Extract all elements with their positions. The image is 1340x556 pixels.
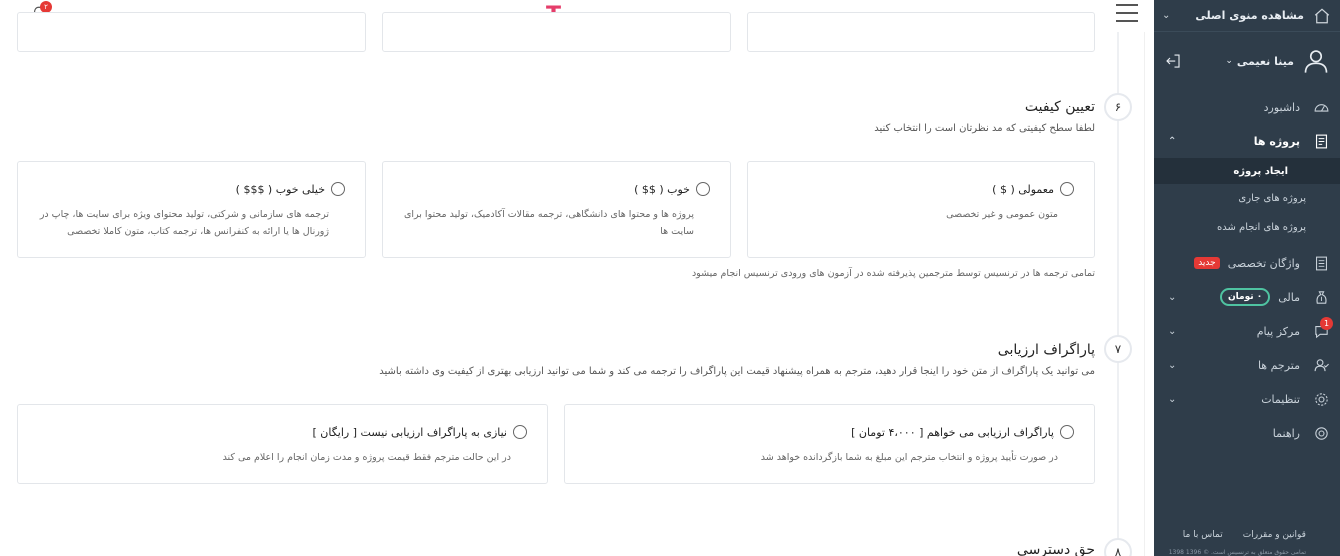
step-number-8: ۸ xyxy=(1104,538,1132,556)
main-menu-toggle[interactable]: مشاهده منوی اصلی ⌄ xyxy=(1154,0,1340,32)
option-header: معمولی ( $ ) xyxy=(992,182,1074,196)
dashboard-icon xyxy=(1312,98,1330,116)
chevron-down-icon: ⌄ xyxy=(1168,393,1177,405)
option-description: در این حالت مترجم فقط قیمت پروژه و مدت ز… xyxy=(222,452,511,463)
quality-option-very-good[interactable]: خیلی خوب ( $$$ ) ترجمه های سازمانی و شرک… xyxy=(17,161,366,258)
sidebar-item-label: واژگان تخصصی xyxy=(1227,256,1300,270)
sidebar-subitem-done-projects[interactable]: پروژه های انجام شده xyxy=(1154,213,1340,242)
radio-button[interactable] xyxy=(331,182,345,196)
quality-note: تمامی ترجمه ها در ترنسیس توسط مترجمین پذ… xyxy=(691,268,1095,279)
sidebar-item-label: داشبورد xyxy=(1263,100,1300,114)
user-avatar-icon[interactable] xyxy=(1302,47,1330,75)
section-desc-sample: می توانید یک پاراگراف از متن خود را اینج… xyxy=(379,366,1095,377)
section-desc-quality: لطفا سطح کیفیتی که مد نظرتان است را انتخ… xyxy=(874,123,1095,134)
sidebar-item-glossary[interactable]: واژگان تخصصی جدید xyxy=(1154,246,1340,280)
contact-link[interactable]: تماس با ما xyxy=(1183,530,1223,540)
section-title-quality: تعیین کیفیت xyxy=(1024,99,1095,115)
sidebar-item-label: مترجم ها xyxy=(1257,358,1300,372)
option-header: پاراگراف ارزیابی می خواهم [ ۴،۰۰۰ تومان … xyxy=(851,425,1074,439)
hamburger-icon-line xyxy=(1116,4,1138,6)
option-header: نیازی به پاراگراف ارزیابی نیست [ رایگان … xyxy=(313,425,527,439)
option-description: در صورت تأیید پروژه و انتخاب مترجم این م… xyxy=(760,452,1058,463)
page-scrollbar[interactable] xyxy=(1144,32,1154,556)
gear-icon xyxy=(1312,390,1330,408)
sidebar-item-settings[interactable]: تنظیمات ⌄ xyxy=(1154,382,1340,416)
money-bag-icon xyxy=(1312,288,1330,306)
lifebuoy-icon xyxy=(1312,424,1330,442)
chevron-up-icon: ⌃ xyxy=(1168,135,1177,147)
step-number-6: ۶ xyxy=(1104,93,1132,121)
chevron-down-icon: ⌄ xyxy=(1168,325,1177,337)
messages-count-badge: 1 xyxy=(1320,317,1333,330)
main-content: ۶ تعیین کیفیت لطفا سطح کیفیتی که مد نظرت… xyxy=(0,12,1154,556)
menu-toggle-button[interactable] xyxy=(1116,4,1138,22)
chevron-down-icon: ⌄ xyxy=(1162,10,1171,21)
option-description: ترجمه های سازمانی و شرکتی، تولید محتوای … xyxy=(39,209,329,237)
chevron-down-icon: ⌄ xyxy=(1168,359,1177,371)
option-header: خیلی خوب ( $$$ ) xyxy=(236,182,345,196)
quality-option-good[interactable]: خوب ( $$ ) پروژه ها و محتوا های دانشگاهی… xyxy=(382,161,731,258)
sidebar-item-label: راهنما xyxy=(1272,426,1300,440)
step-number-7: ۷ xyxy=(1104,335,1132,363)
previous-option-card[interactable] xyxy=(382,12,731,52)
balance-badge: ۰ تومان xyxy=(1219,288,1271,306)
option-label: خوب ( $$ ) xyxy=(634,182,690,196)
option-label: معمولی ( $ ) xyxy=(992,182,1054,196)
new-badge: جدید xyxy=(1194,257,1220,269)
radio-button[interactable] xyxy=(513,425,527,439)
sidebar-item-help[interactable]: راهنما xyxy=(1154,416,1340,450)
option-label: خیلی خوب ( $$$ ) xyxy=(235,182,325,196)
option-description: متون عمومی و غیر تخصصی xyxy=(946,209,1058,220)
option-description: پروژه ها و محتوا های دانشگاهی، ترجمه مقا… xyxy=(403,209,694,237)
sidebar-subitem-create-project[interactable]: ایجاد پروژه xyxy=(1154,158,1340,184)
radio-button[interactable] xyxy=(696,182,710,196)
sidebar-item-label: مالی xyxy=(1278,290,1300,304)
previous-option-card[interactable] xyxy=(747,12,1095,52)
copyright-text: تمامی حقوق متعلق به ترنسیس است. © 1396 1… xyxy=(1168,549,1306,556)
chevron-down-icon[interactable]: ⌄ xyxy=(1225,56,1233,66)
sidebar-item-messages[interactable]: 1 مرکز پیام ⌄ xyxy=(1154,314,1340,348)
section-title-access: حق دسترسی xyxy=(1016,542,1095,556)
user-panel: مینا نعیمی ⌄ xyxy=(1154,32,1340,90)
sidebar-footer-links: قوانین و مقررات تماس با ما xyxy=(1154,530,1340,540)
rules-link[interactable]: قوانین و مقررات xyxy=(1243,530,1306,540)
users-icon xyxy=(1312,356,1330,374)
sidebar-item-label: مرکز پیام xyxy=(1256,324,1300,338)
glossary-icon xyxy=(1312,254,1330,272)
sidebar: مشاهده منوی اصلی ⌄ مینا نعیمی ⌄ داشبورد … xyxy=(1154,0,1340,556)
previous-option-card[interactable] xyxy=(17,12,366,52)
logout-icon[interactable] xyxy=(1164,52,1182,70)
sidebar-subitem-running-projects[interactable]: پروژه های جاری xyxy=(1154,184,1340,213)
sidebar-item-label: تنظیمات xyxy=(1261,392,1300,406)
option-label: نیازی به پاراگراف ارزیابی نیست [ رایگان … xyxy=(312,425,507,439)
sidebar-item-projects[interactable]: پروژه ها ⌃ xyxy=(1154,124,1340,158)
chevron-down-icon: ⌄ xyxy=(1168,291,1177,303)
sidebar-item-finance[interactable]: مالی ۰ تومان ⌄ xyxy=(1154,280,1340,314)
quality-option-normal[interactable]: معمولی ( $ ) متون عمومی و غیر تخصصی xyxy=(747,161,1095,258)
hamburger-icon-line xyxy=(1116,20,1138,22)
radio-button[interactable] xyxy=(1060,425,1074,439)
main-menu-title: مشاهده منوی اصلی xyxy=(1195,9,1304,22)
section-title-sample: پاراگراف ارزیابی xyxy=(997,342,1095,358)
home-icon xyxy=(1312,6,1332,26)
sample-option-want[interactable]: پاراگراف ارزیابی می خواهم [ ۴،۰۰۰ تومان … xyxy=(564,404,1095,484)
sidebar-item-dashboard[interactable]: داشبورد xyxy=(1154,90,1340,124)
option-header: خوب ( $$ ) xyxy=(634,182,710,196)
sample-option-none[interactable]: نیازی به پاراگراف ارزیابی نیست [ رایگان … xyxy=(17,404,548,484)
radio-button[interactable] xyxy=(1060,182,1074,196)
hamburger-icon-line xyxy=(1116,12,1138,14)
user-name[interactable]: مینا نعیمی xyxy=(1237,55,1294,68)
sidebar-item-translators[interactable]: مترجم ها ⌄ xyxy=(1154,348,1340,382)
projects-icon xyxy=(1312,132,1330,150)
option-label: پاراگراف ارزیابی می خواهم [ ۴،۰۰۰ تومان … xyxy=(851,425,1054,439)
sidebar-item-label: پروژه ها xyxy=(1253,134,1300,148)
